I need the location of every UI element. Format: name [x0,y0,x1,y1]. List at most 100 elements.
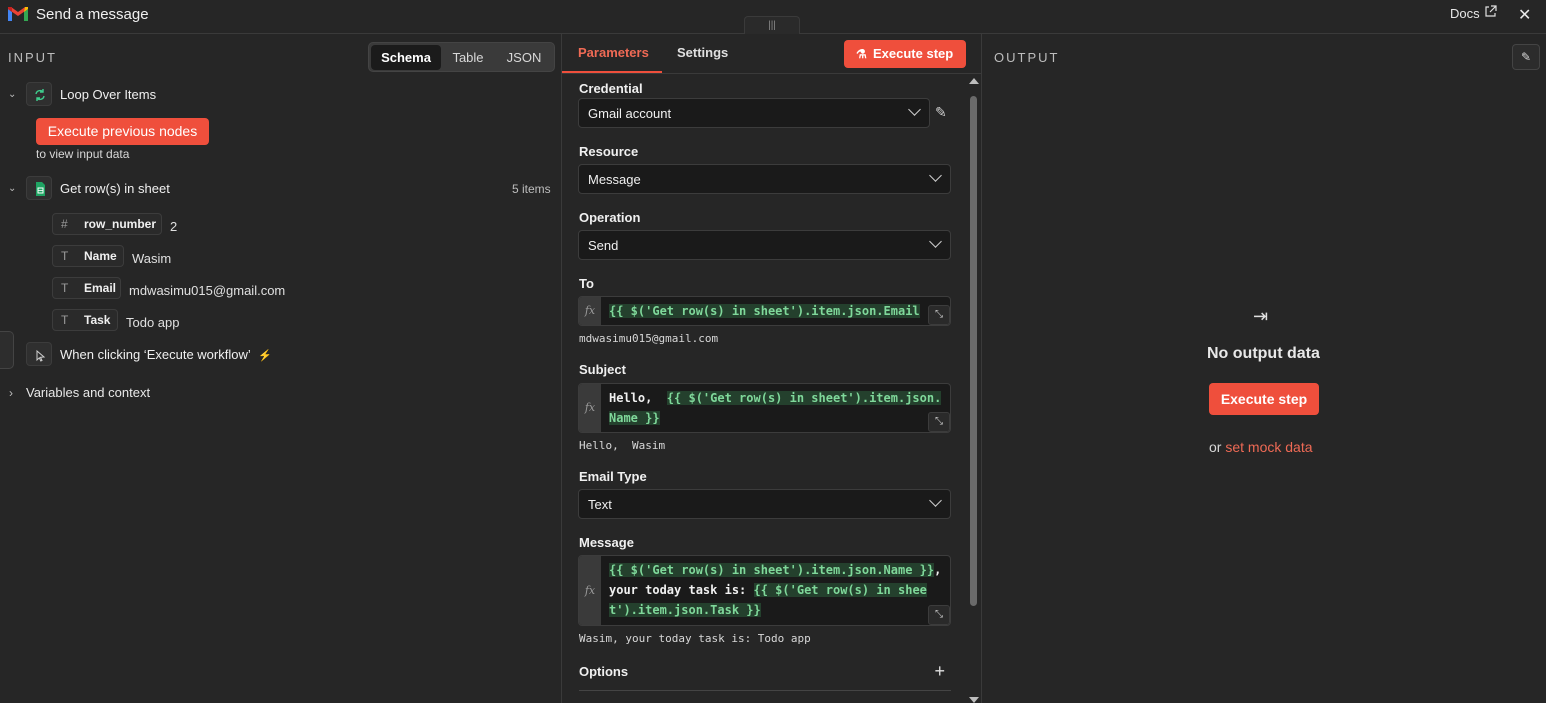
docs-link[interactable]: Docs [1450,6,1480,21]
email-type-value: Text [588,497,612,512]
plus-icon[interactable]: + [934,661,945,682]
output-label: OUTPUT [994,50,1060,65]
edit-output-button[interactable]: ✎ [1512,44,1540,70]
options-row[interactable]: Options + [579,661,951,691]
chevron-down-icon[interactable]: ⌄ [8,183,16,194]
output-panel: OUTPUT ✎ ⇥ No output data Execute step o… [982,34,1546,703]
view-schema-button[interactable]: Schema [371,45,441,70]
fx-icon: fx [579,384,601,432]
tab-settings[interactable]: Settings [677,45,728,60]
execute-previous-nodes-button[interactable]: Execute previous nodes [36,118,209,145]
operation-label: Operation [579,210,641,225]
view-switcher: Schema Table JSON [368,42,555,72]
or-text: or [1209,439,1222,455]
expand-icon[interactable]: ⤡ [928,305,950,325]
gmail-logo-icon [8,7,28,21]
chevron-down-icon [929,494,942,507]
tab-divider [562,73,981,74]
credential-value: Gmail account [588,106,672,121]
to-expression: {{ $('Get row(s) in sheet').item.json.Em… [609,304,920,318]
execute-step-label: Execute step [873,46,954,61]
refresh-icon [35,89,45,101]
view-json-button[interactable]: JSON [495,45,553,70]
scroll-up-arrow[interactable] [969,78,979,84]
trigger-node-icon [26,342,52,366]
chevron-down-icon [908,103,921,116]
field-name: Name [84,249,117,263]
input-panel: INPUT Schema Table JSON ⌄ Loop Over Item… [0,34,561,703]
text-type-icon: T [61,281,69,295]
node-title: Send a message [36,6,149,23]
parameters-panel: Parameters Settings ⚗ Execute step Crede… [561,34,982,703]
to-preview: mdwasimu015@gmail.com [579,332,719,345]
message-expression-name: {{ $('Get row(s) in sheet').item.json.Na… [609,563,935,577]
sheet-node-name[interactable]: Get row(s) in sheet [60,181,170,196]
field-tag-email[interactable]: T Email [52,277,121,299]
collapse-side-tab[interactable] [0,331,14,369]
trigger-node-name[interactable]: When clicking ‘Execute workflow’ [60,347,251,362]
close-icon[interactable]: ✕ [1518,5,1531,25]
chevron-down-icon[interactable]: ⌄ [8,89,16,100]
resource-label: Resource [579,144,639,159]
operation-value: Send [588,238,619,253]
to-expression-input[interactable]: fx {{ $('Get row(s) in sheet').item.json… [578,296,951,326]
field-tag-name[interactable]: T Name [52,245,124,267]
expand-icon[interactable]: ⤡ [928,605,950,625]
tab-parameters[interactable]: Parameters [578,45,649,60]
pencil-icon: ✎ [1520,50,1532,64]
text-type-icon: T [61,249,69,263]
chevron-right-icon[interactable]: › [9,386,13,400]
subject-label: Subject [579,362,626,377]
resource-select[interactable]: Message [578,164,951,194]
field-name: Email [84,281,117,295]
email-type-select[interactable]: Text [578,489,951,519]
cursor-click-icon [36,349,46,362]
sheets-node-icon [26,176,52,200]
panel-drag-handle[interactable]: ||| [744,16,800,36]
scrollbar-thumb[interactable] [970,96,977,606]
view-table-button[interactable]: Table [443,45,493,70]
message-label: Message [579,535,634,550]
field-value: 2 [170,219,178,234]
external-link-icon[interactable] [1484,5,1497,18]
loop-node-icon [26,82,52,106]
message-preview: Wasim, your today task is: Todo app [579,632,811,645]
message-expression-input[interactable]: fx {{ $('Get row(s) in sheet').item.json… [578,555,951,626]
no-output-text: No output data [1207,345,1320,362]
mock-data-line: or set mock data [1209,439,1313,455]
loop-node-name[interactable]: Loop Over Items [60,87,156,102]
subject-prefix: Hello, [609,391,667,405]
google-sheets-icon [36,182,45,196]
email-type-label: Email Type [579,469,647,484]
field-name: Task [84,313,111,327]
field-name: row_number [84,217,157,231]
credential-select[interactable]: Gmail account [578,98,930,128]
credential-label: Credential [579,81,643,96]
subject-expression-input[interactable]: fx Hello, {{ $('Get row(s) in sheet').it… [578,383,951,433]
chevron-down-icon [929,169,942,182]
number-type-icon: # [61,217,68,231]
resource-value: Message [588,172,641,187]
execute-step-button[interactable]: ⚗ Execute step [844,40,966,68]
input-label: INPUT [8,50,57,65]
operation-select[interactable]: Send [578,230,951,260]
text-type-icon: T [61,313,69,327]
field-value: Todo app [126,315,180,330]
arrow-to-line-icon: ⇥ [1253,306,1269,326]
output-execute-step-button[interactable]: Execute step [1209,383,1319,415]
field-tag-task[interactable]: T Task [52,309,118,331]
set-mock-data-link[interactable]: set mock data [1225,439,1312,455]
chevron-down-icon [929,235,942,248]
to-label: To [579,276,594,291]
field-value: mdwasimu015@gmail.com [129,283,286,298]
fx-icon: fx [579,297,601,325]
pencil-icon[interactable]: ✎ [935,104,947,121]
expand-icon[interactable]: ⤡ [928,412,950,432]
field-tag-row-number[interactable]: # row_number [52,213,162,235]
scroll-down-arrow[interactable] [969,697,979,703]
variables-and-context[interactable]: Variables and context [26,385,150,400]
field-value: Wasim [132,251,172,266]
lightning-icon: ⚡ [258,350,272,362]
subject-preview: Hello, Wasim [579,439,666,452]
flask-icon: ⚗ [856,47,867,61]
